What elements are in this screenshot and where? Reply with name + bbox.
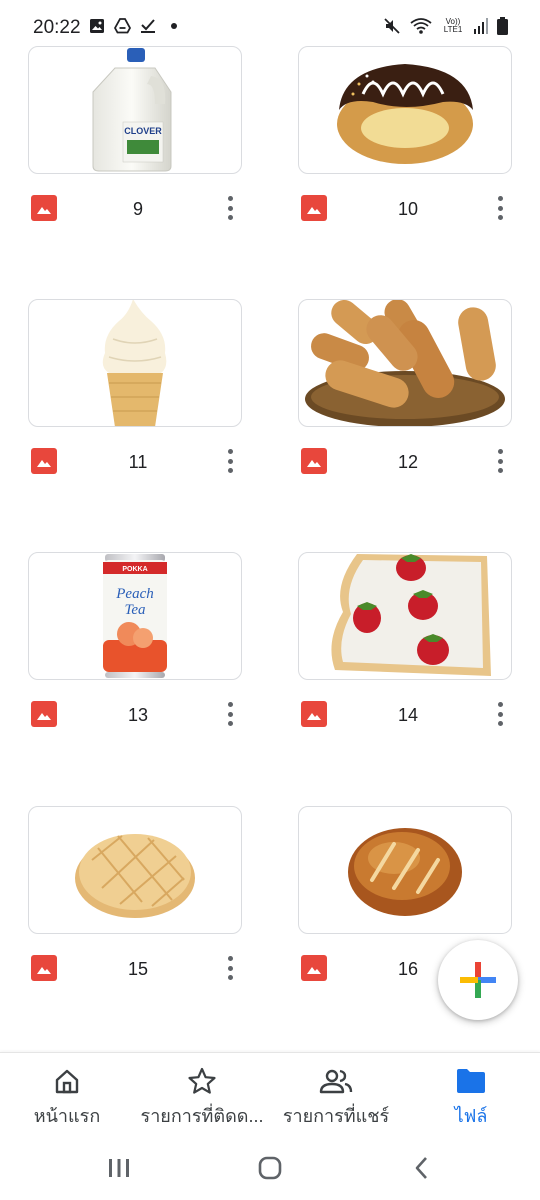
file-meta-row: 12 — [298, 448, 512, 478]
back-chevron-icon — [415, 1157, 427, 1179]
more-options-button[interactable] — [222, 955, 238, 981]
more-options-button[interactable] — [492, 448, 508, 474]
image-file-icon — [301, 701, 327, 727]
signal-icon — [474, 18, 488, 34]
milk-jug-image: CLOVER — [92, 48, 172, 172]
file-thumbnail[interactable] — [28, 806, 242, 934]
file-name: 12 — [397, 452, 419, 472]
peach-tea-can-image: POKKA Peach Tea — [103, 554, 167, 678]
image-file-icon — [301, 448, 327, 474]
file-name: 9 — [132, 199, 143, 219]
mute-icon — [384, 18, 400, 34]
file-thumbnail[interactable]: POKKA Peach Tea — [28, 552, 242, 680]
file-thumbnail[interactable]: CLOVER — [28, 46, 242, 174]
more-options-button[interactable] — [492, 701, 508, 727]
can-title-text: Peach — [115, 586, 153, 602]
file-meta-row: 9 — [28, 195, 242, 225]
nav-item-shared[interactable]: รายการที่แชร์ — [276, 1067, 396, 1131]
file-meta-row: 13 — [28, 701, 242, 731]
melon-bun-image — [75, 834, 195, 918]
more-options-button[interactable] — [222, 448, 238, 474]
file-thumbnail[interactable] — [298, 806, 512, 934]
recent-apps-button[interactable] — [102, 1152, 136, 1184]
status-right-icons: Vo)) LTE1 — [383, 17, 508, 35]
file-meta-row: 10 — [298, 195, 512, 225]
people-icon — [319, 1069, 353, 1094]
image-file-icon — [301, 955, 327, 981]
nav-label-starred: รายการที่ติดด... — [140, 1106, 264, 1126]
status-bar: 20:22 Vo)) LTE1 — [0, 0, 540, 46]
nav-item-starred[interactable]: รายการที่ติดด... — [134, 1067, 270, 1131]
file-name: 13 — [127, 705, 149, 725]
file-name: 14 — [397, 705, 419, 725]
file-name: 11 — [128, 452, 148, 472]
file-name: 10 — [397, 199, 419, 219]
more-options-button[interactable] — [222, 195, 238, 221]
file-meta-row: 14 — [298, 701, 512, 731]
home-icon — [55, 1069, 79, 1094]
bread-roll-image — [348, 828, 462, 916]
image-file-icon — [31, 195, 57, 221]
file-meta-row: 11 — [28, 448, 242, 478]
status-time: 20:22 — [33, 17, 81, 38]
nav-label-files: ไฟล์ — [454, 1106, 488, 1126]
file-meta-row: 15 — [28, 955, 242, 985]
chocolate-donut-image — [337, 64, 473, 164]
nav-label-shared: รายการที่แชร์ — [282, 1106, 390, 1126]
nav-label-home: หน้าแรก — [33, 1106, 101, 1126]
nav-item-home[interactable]: หน้าแรก — [24, 1067, 110, 1131]
strawberry-toast-image — [331, 554, 491, 676]
file-thumbnail[interactable] — [298, 552, 512, 680]
more-options-button[interactable] — [492, 195, 508, 221]
star-icon — [188, 1067, 216, 1094]
file-thumbnail[interactable] — [298, 46, 512, 174]
new-fab-button[interactable] — [438, 940, 518, 1020]
battery-icon — [497, 17, 508, 35]
recent-apps-icon — [109, 1159, 129, 1177]
image-file-icon — [31, 955, 57, 981]
network-type-label: Vo)) LTE1 — [443, 17, 463, 34]
milk-brand-text: CLOVER — [124, 126, 162, 136]
image-file-icon — [31, 701, 57, 727]
wifi-call-icon — [410, 18, 432, 34]
drive-notification-icon — [114, 18, 131, 34]
back-button[interactable] — [405, 1152, 439, 1184]
image-file-icon — [31, 448, 57, 474]
file-thumbnail[interactable] — [28, 299, 242, 427]
system-navigation-bar — [0, 1136, 540, 1200]
folder-icon — [457, 1069, 485, 1093]
nav-item-files[interactable]: ไฟล์ — [438, 1067, 504, 1131]
home-circle-icon — [258, 1156, 282, 1180]
more-notifications-dot-icon — [171, 23, 177, 29]
soft-serve-cone-image — [102, 300, 167, 426]
file-name: 15 — [127, 959, 149, 979]
more-options-button[interactable] — [222, 701, 238, 727]
svg-text:Tea: Tea — [124, 602, 145, 618]
file-thumbnail[interactable] — [298, 299, 512, 427]
can-brand-text: POKKA — [122, 566, 147, 573]
plus-icon — [460, 962, 496, 998]
status-left-icons — [89, 18, 177, 34]
bread-basket-image — [305, 300, 505, 426]
home-system-button[interactable] — [253, 1152, 287, 1184]
image-file-icon — [301, 195, 327, 221]
bottom-navigation: หน้าแรก รายการที่ติดด... รายการที่แชร์ ไ… — [0, 1052, 540, 1136]
task-done-notification-icon — [141, 19, 155, 33]
gallery-notification-icon — [90, 19, 104, 33]
